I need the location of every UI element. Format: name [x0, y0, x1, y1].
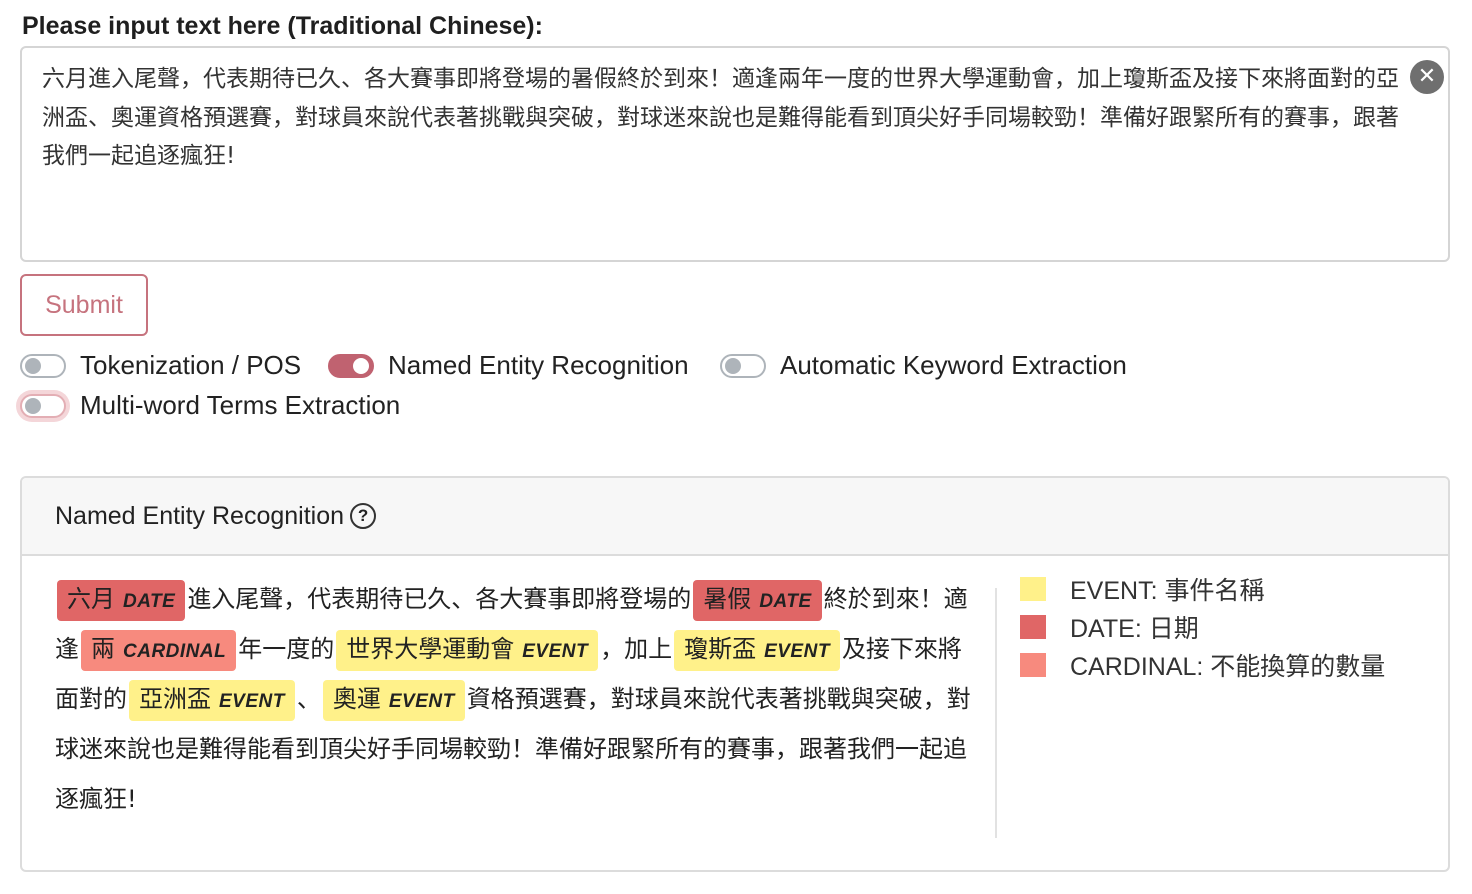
entity-text: 世界大學運動會	[346, 635, 515, 663]
entity-mark-event: 奧運 EVENT	[322, 680, 465, 721]
entity-label: EVENT	[522, 641, 589, 662]
toggle-switch-tokenization[interactable]	[20, 353, 66, 378]
ner-card-body: 六月 DATE 進入尾聲，代表期待已久、各大賽事即將登場的 暑假 DATE 終於到來！適逢…	[22, 556, 1448, 870]
toggle-switch-multiword[interactable]	[20, 393, 66, 418]
toggle-label-multiword[interactable]: Multi-word Terms Extraction	[80, 390, 400, 421]
toggle-multiword-terms[interactable]: Multi-word Terms Extraction	[20, 390, 400, 421]
entity-text: 六月	[67, 585, 115, 613]
submit-button[interactable]: Submit	[20, 274, 148, 336]
plain-text: 進入尾聲，代表期待已久、各大賽事即將登場的	[187, 585, 692, 613]
legend-item: EVENT: 事件名稱	[1020, 570, 1385, 608]
entity-label: EVENT	[764, 641, 830, 662]
toggle-label-ner[interactable]: Named Entity Recognition	[388, 350, 689, 381]
entity-text: 亞洲盃	[139, 685, 211, 713]
entity-text: 暑假	[703, 585, 752, 613]
toggle-keyword-extraction[interactable]: Automatic Keyword Extraction	[720, 350, 1127, 381]
plain-text: 年一度的	[238, 635, 335, 663]
toggle-ner[interactable]: Named Entity Recognition	[328, 350, 689, 381]
legend-swatch	[1020, 615, 1046, 639]
text-input-value[interactable]: 六月進入尾聲，代表期待已久、各大賽事即將登場的暑假終於到來！適逢兩年一度的世界大…	[42, 60, 1402, 176]
entity-mark-date: 六月 DATE	[57, 580, 186, 621]
text-input-area[interactable]: 六月進入尾聲，代表期待已久、各大賽事即將登場的暑假終於到來！適逢兩年一度的世界大…	[20, 46, 1450, 262]
entity-label: EVENT	[219, 691, 285, 712]
toggle-switch-keyword[interactable]	[720, 353, 766, 378]
entity-text: 兩	[91, 635, 115, 663]
clear-icon[interactable]: ✕	[1410, 60, 1444, 94]
entity-text: 瓊斯盃	[684, 635, 757, 663]
toggle-label-keyword[interactable]: Automatic Keyword Extraction	[780, 350, 1127, 381]
ner-card-header: Named Entity Recognition ?	[22, 478, 1448, 556]
legend-label: CARDINAL: 不能換算的數量	[1070, 653, 1386, 681]
entity-mark-date: 暑假 DATE	[693, 580, 822, 621]
legend-label: EVENT: 事件名稱	[1070, 577, 1265, 605]
ner-card-title: Named Entity Recognition	[55, 501, 345, 530]
toggle-label-tokenization[interactable]: Tokenization / POS	[80, 350, 301, 381]
legend-label: DATE: 日期	[1070, 615, 1199, 643]
entity-mark-event: 世界大學運動會 EVENT	[336, 630, 599, 671]
legend-swatch	[1020, 653, 1046, 677]
entity-text: 奧運	[332, 685, 381, 713]
entity-mark-event: 亞洲盃 EVENT	[129, 680, 295, 721]
legend-item: CARDINAL: 不能換算的數量	[1020, 646, 1385, 684]
ner-legend: EVENT: 事件名稱 DATE: 日期 CARDINAL: 不能換算的數量	[1020, 570, 1385, 684]
ner-annotated-text: 六月 DATE 進入尾聲，代表期待已久、各大賽事即將登場的 暑假 DATE 終於到來！適逢…	[55, 574, 975, 824]
help-icon[interactable]: ?	[350, 503, 377, 529]
legend-swatch	[1020, 577, 1046, 601]
toggle-tokenization-pos[interactable]: Tokenization / POS	[20, 350, 301, 381]
entity-mark-event: 瓊斯盃 EVENT	[674, 630, 840, 671]
toggle-switch-ner[interactable]	[328, 353, 374, 378]
plain-text: ，加上	[600, 635, 673, 663]
input-label: Please input text here (Traditional Chin…	[22, 12, 543, 40]
entity-label: EVENT	[388, 691, 455, 712]
ner-result-card: Named Entity Recognition ? 六月 DATE 進入尾聲，代表…	[20, 476, 1450, 872]
entity-label: DATE	[123, 591, 176, 612]
entity-label: DATE	[759, 591, 812, 612]
legend-item: DATE: 日期	[1020, 608, 1385, 646]
plain-text: 、	[296, 685, 321, 713]
entity-mark-cardinal: 兩 CARDINAL	[81, 630, 237, 671]
divider	[995, 588, 997, 838]
entity-label: CARDINAL	[123, 641, 227, 662]
